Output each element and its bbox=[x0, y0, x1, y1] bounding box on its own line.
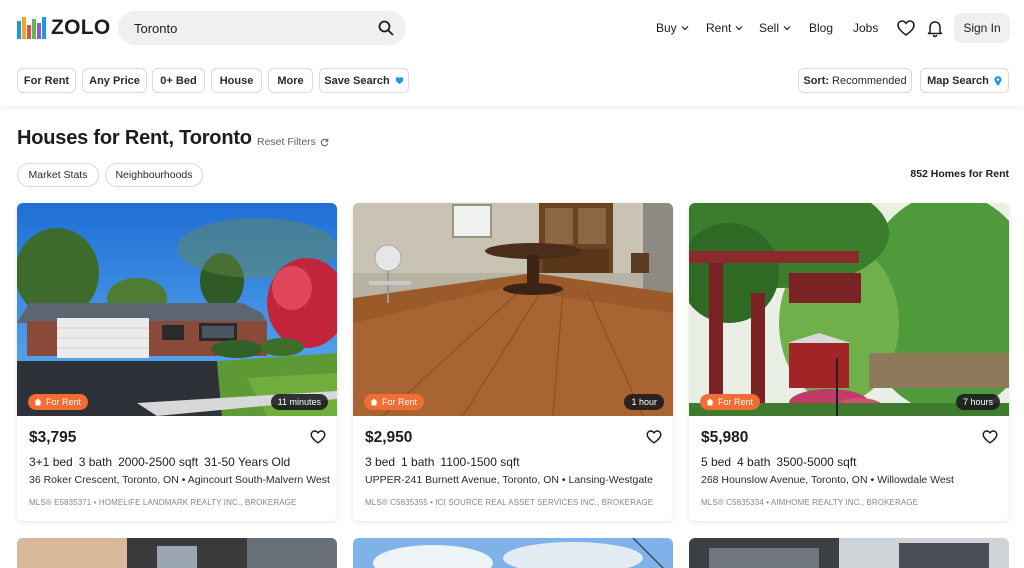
market-stats-button[interactable]: Market Stats bbox=[17, 163, 99, 187]
home-icon bbox=[706, 398, 714, 406]
search-bar bbox=[118, 11, 406, 45]
listing-card-partial[interactable] bbox=[353, 538, 673, 568]
listing-address: 268 Hounslow Avenue, Toronto, ON • Willo… bbox=[701, 474, 954, 486]
bell-icon[interactable] bbox=[925, 18, 945, 38]
nav-rent[interactable]: Rent bbox=[706, 0, 743, 56]
listing-mls: MLS® E5835371 • HOMELIFE LANDMARK REALTY… bbox=[29, 498, 297, 507]
for-rent-badge: For Rent bbox=[364, 394, 425, 410]
sign-in-button[interactable]: Sign In bbox=[954, 13, 1010, 43]
chevron-down-icon bbox=[735, 26, 743, 31]
listing-age: 31-50 Years Old bbox=[204, 455, 291, 469]
listing-card-partial[interactable] bbox=[17, 538, 337, 568]
for-rent-badge: For Rent bbox=[700, 394, 761, 410]
refresh-icon bbox=[320, 138, 329, 146]
listing-specs: 3+1 bed 3 bath 2000-2500 sqft 31-50 Years O… bbox=[29, 455, 296, 469]
neighbourhoods-button[interactable]: Neighbourhoods bbox=[105, 163, 203, 187]
chevron-down-icon bbox=[783, 26, 791, 31]
for-rent-badge-label: For Rent bbox=[718, 397, 754, 407]
listing-price: $3,795 bbox=[29, 429, 77, 446]
sort-value: Recommended bbox=[832, 74, 907, 87]
nav-buy-label: Buy bbox=[656, 21, 677, 35]
listed-time-badge: 7 hours bbox=[955, 394, 1000, 410]
reset-filters-link[interactable]: Reset Filters bbox=[257, 136, 329, 148]
listing-sqft: 1100-1500 sqft bbox=[440, 455, 520, 469]
filter-house-type[interactable]: House bbox=[211, 68, 262, 93]
listing-beds: 5 bed bbox=[701, 455, 732, 469]
chevron-down-icon bbox=[681, 26, 689, 31]
map-search-label: Map Search bbox=[927, 74, 989, 87]
listing-baths: 1 bath bbox=[401, 455, 435, 469]
nav-jobs[interactable]: Jobs bbox=[853, 0, 878, 56]
filter-price[interactable]: Any Price bbox=[82, 68, 147, 93]
filter-beds[interactable]: 0+ Bed bbox=[152, 68, 205, 93]
page-title: Houses for Rent, Toronto bbox=[17, 127, 252, 149]
listing-sqft: 2000-2500 sqft bbox=[118, 455, 199, 469]
save-search-button[interactable]: Save Search bbox=[319, 68, 409, 93]
for-rent-badge: For Rent bbox=[28, 394, 89, 410]
listing-beds: 3+1 bed bbox=[29, 455, 73, 469]
reset-filters-label: Reset Filters bbox=[257, 136, 316, 148]
nav-blog-label: Blog bbox=[809, 21, 834, 35]
favorites-heart-icon[interactable] bbox=[896, 18, 916, 38]
listing-card-partial[interactable] bbox=[689, 538, 1009, 568]
listing-card[interactable]: For Rent 11 minutes $3,795 3+1 bed 3 bath… bbox=[17, 203, 337, 521]
listing-baths: 4 bath bbox=[737, 455, 771, 469]
for-rent-badge-label: For Rent bbox=[46, 397, 82, 407]
favorite-heart-icon[interactable] bbox=[310, 429, 326, 444]
listing-price: $5,980 bbox=[701, 429, 749, 446]
listing-photo bbox=[353, 538, 673, 568]
nav-jobs-label: Jobs bbox=[853, 21, 879, 35]
nav-buy[interactable]: Buy bbox=[656, 0, 689, 56]
listing-address: 36 Roker Crescent, Toronto, ON • Agincou… bbox=[29, 474, 330, 486]
listing-photo[interactable] bbox=[17, 203, 337, 416]
filter-bar: For Rent Any Price 0+ Bed House More Sav… bbox=[0, 56, 1024, 106]
listing-card[interactable]: For Rent 1 hour $2,950 3 bed 1 bath 1100-1… bbox=[353, 203, 673, 521]
listing-photo bbox=[17, 538, 337, 568]
search-icon[interactable] bbox=[378, 20, 394, 36]
favorite-heart-icon[interactable] bbox=[646, 429, 662, 444]
save-search-label: Save Search bbox=[324, 74, 390, 87]
listing-mls: MLS® C5835334 • AIMHOME REALTY INC., BRO… bbox=[701, 498, 919, 507]
home-icon bbox=[34, 398, 42, 406]
sort-dropdown[interactable]: Sort: Recommended bbox=[798, 68, 912, 93]
favorite-heart-icon[interactable] bbox=[982, 429, 998, 444]
nav-sell[interactable]: Sell bbox=[759, 0, 791, 56]
home-icon bbox=[370, 398, 378, 406]
listing-sqft: 3500-5000 sqft bbox=[776, 455, 857, 469]
listed-time-badge: 1 hour bbox=[624, 394, 664, 410]
listing-card[interactable]: For Rent 7 hours $5,980 5 bed 4 bath 3500-… bbox=[689, 203, 1009, 521]
for-rent-badge-label: For Rent bbox=[382, 397, 418, 407]
listing-address: UPPER-241 Burnett Avenue, Toronto, ON • … bbox=[365, 474, 653, 486]
nav-blog[interactable]: Blog bbox=[809, 0, 833, 56]
logo-bars-icon bbox=[17, 17, 46, 39]
zolo-logo[interactable]: ZOLO bbox=[17, 16, 111, 40]
listing-photo[interactable] bbox=[689, 203, 1009, 416]
results-count: 852 Homes for Rent bbox=[910, 168, 1009, 180]
listed-time-badge: 11 minutes bbox=[270, 394, 328, 410]
listing-price: $2,950 bbox=[365, 429, 413, 446]
site-header: ZOLO Buy Rent Sell Blog Jobs Sign In bbox=[0, 0, 1024, 56]
sort-prefix: Sort: bbox=[803, 74, 830, 87]
filter-more[interactable]: More bbox=[268, 68, 313, 93]
nav-rent-label: Rent bbox=[706, 21, 732, 35]
listing-mls: MLS® C5835355 • ICI SOURCE REAL ASSET SE… bbox=[365, 498, 654, 507]
listing-beds: 3 bed bbox=[365, 455, 396, 469]
logo-text: ZOLO bbox=[51, 16, 111, 39]
filter-for-rent[interactable]: For Rent bbox=[17, 68, 76, 93]
search-input[interactable] bbox=[134, 11, 364, 45]
listing-specs: 5 bed 4 bath 3500-5000 sqft bbox=[701, 455, 862, 469]
map-pin-icon bbox=[994, 75, 1002, 86]
listing-photo bbox=[689, 538, 1009, 568]
listing-specs: 3 bed 1 bath 1100-1500 sqft bbox=[365, 455, 526, 469]
heart-icon bbox=[395, 77, 403, 85]
nav-sell-label: Sell bbox=[759, 21, 780, 35]
listing-photo[interactable] bbox=[353, 203, 673, 416]
listing-baths: 3 bath bbox=[78, 455, 113, 469]
map-search-button[interactable]: Map Search bbox=[920, 68, 1009, 93]
